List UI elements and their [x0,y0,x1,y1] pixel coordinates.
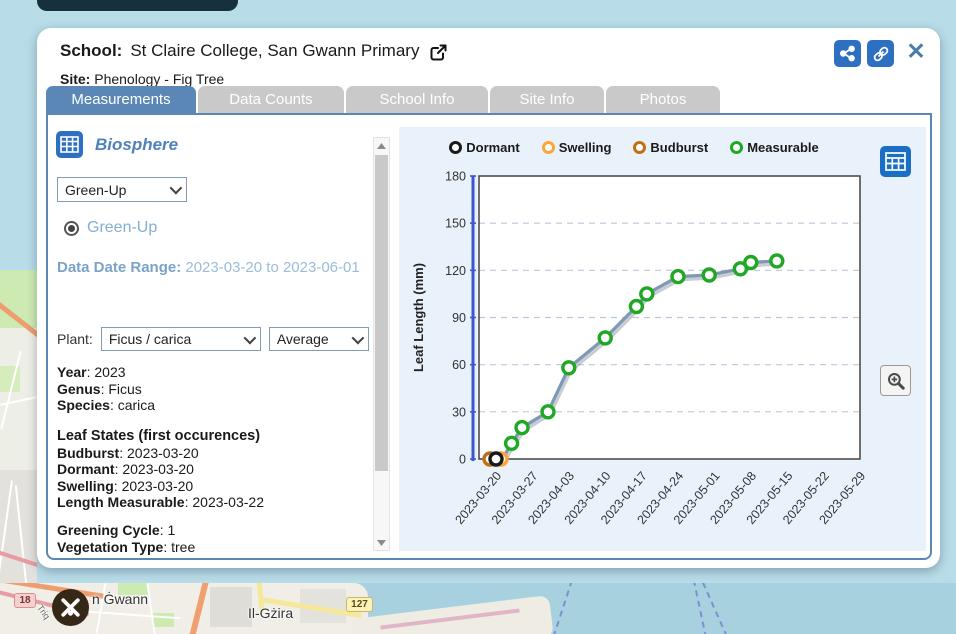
dataset-select[interactable]: Green-Up [57,177,187,202]
data-date-range: Data Date Range: 2023-03-20 to 2023-06-0… [57,253,363,283]
plant-select[interactable]: Ficus / carica [101,327,261,351]
svg-text:0: 0 [459,453,466,467]
screen: 18 127 n Ġwann Il-Gżira Triq School: St … [0,0,956,634]
biosphere-table-icon [56,131,83,158]
chevron-down-icon [243,331,256,344]
tab-school-info[interactable]: School Info [346,86,488,113]
scroll-down-arrow-icon[interactable] [374,535,389,550]
leaf-length-chart: 03060901201501802023-03-202023-03-272023… [407,159,877,549]
greenup-radio[interactable] [64,221,79,236]
leaf-states-heading: Leaf States (first occurences) [57,428,264,445]
legend-item-swelling: Swelling [542,140,612,155]
chart-panel: Dormant Swelling Budburst Measurable [399,127,926,551]
year-row: Year: 2023 [57,364,155,381]
magnifier-plus-icon [886,371,906,391]
route-shield-127: 127 [346,597,373,612]
scroll-up-arrow-icon[interactable] [374,138,389,153]
cycle-info: Greening Cycle: 1 Vegetation Type: tree [57,522,195,555]
site-label: Site: [60,71,90,87]
genus-row: Genus: Ficus [57,381,155,398]
chart-zoom-button[interactable] [880,365,911,396]
tab-site-info[interactable]: Site Info [490,86,604,113]
vegetation-type-row: Vegetation Type: tree [57,539,195,556]
aggregate-select[interactable]: Average [269,327,369,351]
left-panel-scrollbar[interactable] [373,137,390,551]
scrollbar-thumb[interactable] [375,155,388,471]
tab-bar: Measurements Data Counts School Info Sit… [46,86,720,113]
measurement-settings-panel: Biosphere Green-Up Green-Up Data Date Ra… [56,115,370,556]
svg-text:Leaf Length (mm): Leaf Length (mm) [411,263,426,372]
school-title: School: St Claire College, San Gwann Pri… [60,41,448,61]
site-details-dialog: School: St Claire College, San Gwann Pri… [37,28,940,568]
dataset-select-value: Green-Up [65,182,126,198]
tab-data-counts[interactable]: Data Counts [198,86,344,113]
budburst-row: Budburst: 2023-03-20 [57,445,264,462]
dormant-marker-icon [449,141,462,154]
map-background-left [0,270,37,583]
budburst-marker-icon [633,141,646,154]
chevron-down-icon [351,331,364,344]
chart-legend: Dormant Swelling Budburst Measurable [399,140,869,155]
greening-cycle-row: Greening Cycle: 1 [57,522,195,539]
share-button[interactable] [834,40,861,67]
legend-item-dormant: Dormant [449,140,519,155]
school-label: School: [60,41,122,61]
map-district-label: Il-Gżira [248,605,293,621]
share-icon [839,45,856,62]
swelling-row: Swelling: 2023-03-20 [57,478,264,495]
measurements-tab-content: Biosphere Green-Up Green-Up Data Date Ra… [46,113,932,560]
close-icon[interactable]: ✕ [901,36,931,66]
dormant-row: Dormant: 2023-03-20 [57,461,264,478]
date-range-value: 2023-03-20 to 2023-06-01 [185,259,359,276]
svg-text:60: 60 [452,358,466,372]
tab-measurements[interactable]: Measurements [46,86,196,113]
measurable-row: Length Measurable: 2023-03-22 [57,494,264,511]
external-link-icon[interactable] [429,43,448,62]
aggregate-select-value: Average [277,331,329,347]
link-button[interactable] [867,40,894,67]
route-shield-18: 18 [14,593,36,608]
svg-text:90: 90 [452,311,466,325]
table-icon [885,152,906,171]
school-name: St Claire College, San Gwann Primary [130,41,419,61]
marker-x-icon [58,595,83,620]
svg-text:30: 30 [452,405,466,419]
map-background-bottom: 18 127 n Ġwann Il-Gżira Triq [0,583,956,634]
plant-details: Year: 2023 Genus: Ficus Species: carica [57,364,155,414]
svg-text:120: 120 [445,264,466,278]
tab-photos[interactable]: Photos [606,86,720,113]
data-table-button[interactable] [880,146,911,177]
map-town-label: n Ġwann [92,591,148,607]
leaf-states: Leaf States (first occurences) Budburst:… [57,428,264,511]
plant-label: Plant: [57,331,93,347]
site-name: Phenology - Fig Tree [94,71,224,87]
swelling-marker-icon [542,141,555,154]
section-title: Biosphere [95,135,178,155]
legend-item-budburst: Budburst [633,140,708,155]
species-row: Species: carica [57,397,155,414]
site-cluster-marker-icon[interactable] [52,589,89,626]
link-icon [872,45,890,63]
top-dark-tab [37,0,238,11]
chevron-down-icon [170,182,183,195]
svg-text:180: 180 [445,170,466,184]
legend-item-measurable: Measurable [730,140,819,155]
plant-select-value: Ficus / carica [109,331,191,347]
greenup-radio-label: Green-Up [87,219,157,237]
svg-text:150: 150 [445,217,466,231]
measurable-marker-icon [730,141,743,154]
site-title: Site: Phenology - Fig Tree [60,71,224,87]
date-range-label: Data Date Range: [57,259,181,276]
